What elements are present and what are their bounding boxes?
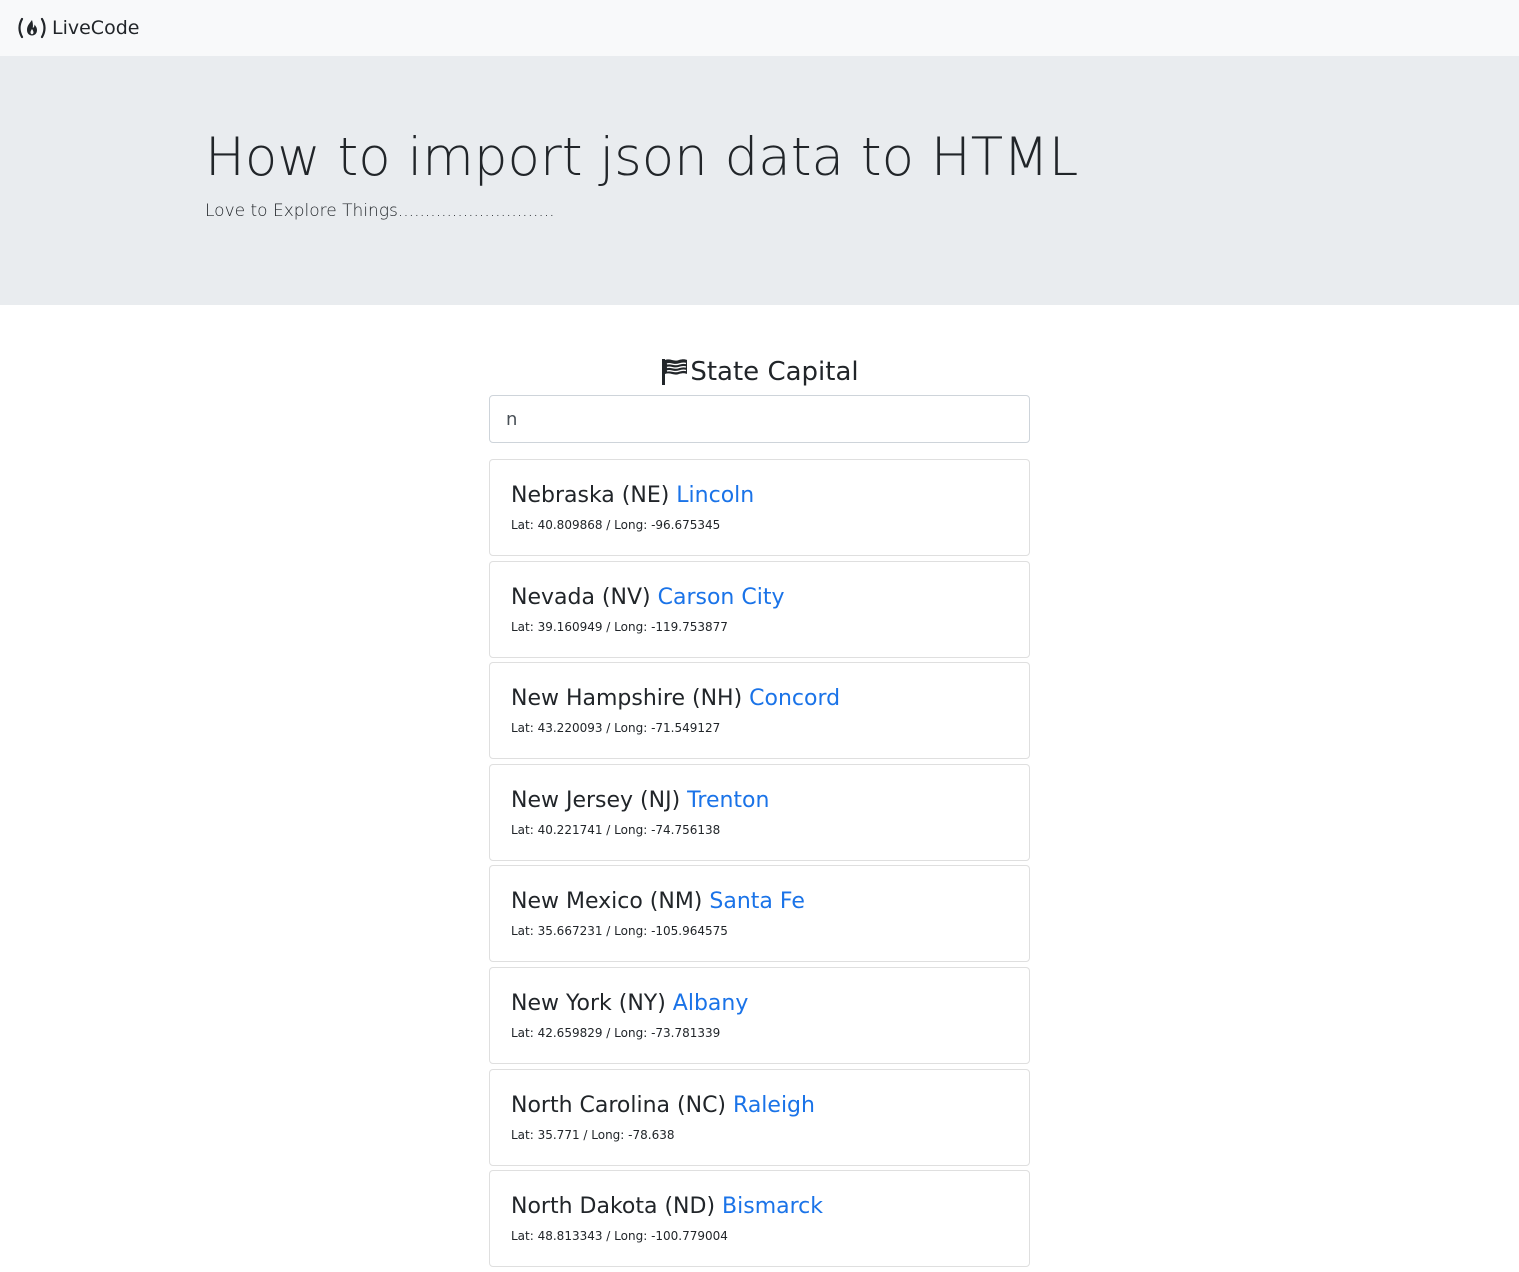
navbar: LiveCode [0,0,1519,56]
section-title-label: State Capital [690,357,859,387]
capital-name: Carson City [657,584,785,610]
jumbotron: How to import json data to HTML Love to … [0,56,1519,305]
search-input[interactable] [489,395,1030,443]
capital-name: Trenton [687,787,770,813]
capital-name: Albany [672,990,749,1016]
coordinates: Lat: 43.220093 / Long: -71.549127 [511,721,721,736]
coordinates: Lat: 48.813343 / Long: -100.779004 [511,1229,728,1244]
brand-label: LiveCode [52,17,140,39]
flag-icon [660,357,688,387]
state-name: Nebraska (NE) [511,483,670,508]
coordinates: Lat: 42.659829 / Long: -73.781339 [511,1025,721,1040]
coordinates: Lat: 35.667231 / Long: -105.964575 [511,924,728,939]
result-card: New York (NY) Albany Lat: 42.659829 / Lon… [489,966,1030,1064]
result-card: Nebraska (NE) Lincoln Lat: 40.809868 / Lo… [489,459,1030,556]
results-list: Nebraska (NE) Lincoln Lat: 40.809868 / Lo… [489,459,1030,1268]
main-content: State Capital Nebraska (NE) Lincoln Lat: … [489,350,1030,1272]
coordinates: Lat: 35.771 / Long: -78.638 [511,1127,675,1142]
capital-name: Lincoln [676,483,755,508]
brand-link[interactable]: LiveCode [16,17,139,39]
result-card: Nevada (NV) Carson City Lat: 39.160949 / … [489,560,1030,658]
result-title: Nevada (NV) Carson City [511,583,1008,613]
result-card: North Carolina (NC) Raleigh Lat: 35.771 /… [489,1068,1030,1166]
state-name: New Jersey (NJ) [511,787,681,813]
result-card: New Mexico (NM) Santa Fe Lat: 35.667231 /… [489,865,1030,963]
state-name: New Mexico (NM) [511,889,703,915]
coordinates: Lat: 39.160949 / Long: -119.753877 [511,619,728,634]
result-title: North Carolina (NC) Raleigh [511,1091,1008,1121]
capital-name: Santa Fe [709,889,805,915]
result-title: New York (NY) Albany [511,989,1008,1019]
state-name: North Carolina (NC) [511,1092,727,1118]
capital-name: Raleigh [733,1092,815,1118]
page-lead: Love to Explore Things..................… [205,201,555,221]
coordinates: Lat: 40.809868 / Long: -96.675345 [511,518,721,532]
state-name: North Dakota (ND) [511,1194,716,1220]
capital-name: Concord [749,686,841,712]
result-title: New Mexico (NM) Santa Fe [511,887,1008,917]
result-title: North Dakota (ND) Bismarck [511,1192,1008,1222]
result-card: New Jersey (NJ) Trenton Lat: 40.221741 / … [489,763,1030,861]
state-name: New Hampshire (NH) [511,686,743,712]
section-title: State Capital [489,350,1030,394]
freecodecamp-flame-icon [16,17,48,39]
result-card: New Hampshire (NH) Concord Lat: 43.220093… [489,662,1030,760]
state-name: New York (NY) [511,990,666,1016]
result-title: Nebraska (NE) Lincoln [511,481,1008,511]
capital-name: Bismarck [722,1194,824,1220]
result-card: North Dakota (ND) Bismarck Lat: 48.813343… [489,1170,1030,1268]
coordinates: Lat: 40.221741 / Long: -74.756138 [511,822,721,837]
state-name: Nevada (NV) [511,584,651,610]
result-title: New Jersey (NJ) Trenton [511,786,1008,816]
result-title: New Hampshire (NH) Concord [511,684,1008,714]
page-title: How to import json data to HTML [205,127,1079,188]
